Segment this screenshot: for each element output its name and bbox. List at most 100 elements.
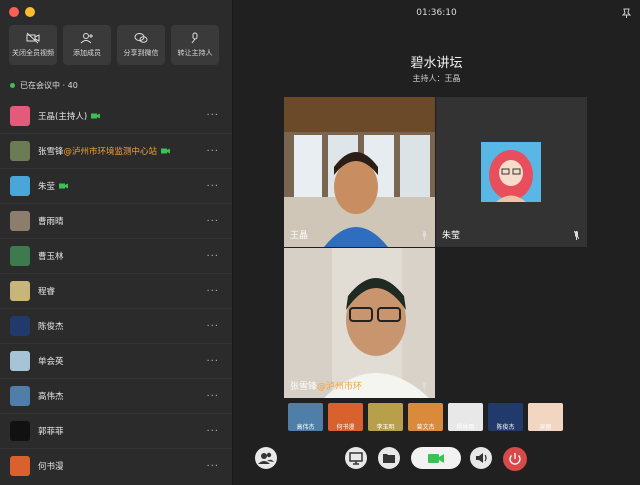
pin-icon[interactable]	[622, 8, 631, 18]
participant-name: 何书漫	[38, 462, 64, 472]
transfer-host-button[interactable]: 转让主持人	[171, 25, 219, 65]
participant-row[interactable]: 张雪锋 @泸州市环境监测中心站 ···	[0, 133, 232, 168]
add-member-button[interactable]: 添加成员	[63, 25, 111, 65]
thumbnail-label: 高伟杰	[296, 424, 315, 431]
participant-row[interactable]: 高伟杰 ···	[0, 378, 232, 413]
meeting-main: 01:36:10 碧水讲坛 主持人：王晶 王晶 朱莹 张雪锋@泸州市环 高伟杰 …	[233, 0, 640, 485]
avatar-picture	[481, 142, 541, 202]
meeting-title: 碧水讲坛	[410, 56, 463, 71]
participant-row[interactable]: 单会英 ···	[0, 343, 232, 378]
mute-all-video-button[interactable]: 关闭全员视频	[9, 25, 57, 65]
avatar	[10, 386, 30, 406]
participant-thumbnail[interactable]: 吴丽	[528, 403, 563, 431]
camera-on-icon	[59, 183, 69, 189]
sidebar: 关闭全员视频 添加成员 分享到微信 转让主持人 已在会议中 · 40 王晶(主持…	[0, 0, 233, 485]
camera-toggle-button[interactable]	[411, 447, 461, 469]
share-screen-button[interactable]	[345, 447, 367, 469]
meeting-timer: 01:36:10	[416, 8, 457, 18]
participant-thumbnail[interactable]: 曾文杰	[408, 403, 443, 431]
avatar	[10, 141, 30, 161]
participant-name: 高伟杰	[38, 392, 64, 402]
participant-thumbnail[interactable]: 李玉明	[368, 403, 403, 431]
camera-on-icon	[91, 113, 101, 118]
video-tile-zhuying[interactable]: 朱莹	[436, 97, 587, 247]
files-button[interactable]	[378, 447, 400, 469]
add-user-icon	[80, 33, 93, 44]
avatar	[10, 456, 30, 476]
online-dot-icon	[10, 83, 15, 88]
thumbnail-label: 李玉明	[376, 424, 395, 431]
more-options-icon[interactable]: ···	[206, 286, 219, 297]
power-icon	[509, 453, 521, 465]
more-options-icon[interactable]: ···	[206, 110, 219, 121]
participant-org: @泸州市环境监测中心站	[63, 147, 158, 157]
action-label: 添加成员	[73, 49, 101, 57]
avatar	[10, 351, 30, 371]
end-meeting-button[interactable]	[503, 447, 527, 471]
more-options-icon[interactable]: ···	[206, 181, 219, 192]
minimize-window-button[interactable]	[25, 7, 35, 17]
avatar	[10, 105, 30, 126]
participant-thumbnail[interactable]: 杨秋雨	[448, 403, 483, 431]
more-options-icon[interactable]: ···	[206, 251, 219, 262]
share-wechat-button[interactable]: 分享到微信	[117, 25, 165, 65]
participant-row[interactable]: 郭菲菲 ···	[0, 413, 232, 448]
participant-list: 王晶(主持人) ··· 张雪锋 @泸州市环境监测中心站 ··· 朱莹 ··· 曹雨晴 ··· 曹玉…	[0, 98, 232, 483]
participant-row[interactable]: 曹雨晴 ···	[0, 203, 232, 238]
avatar	[10, 316, 30, 336]
participant-name: 王晶(主持人)	[38, 111, 88, 122]
thumbnail-label: 杨秋雨	[456, 424, 475, 431]
members-button[interactable]	[255, 447, 277, 469]
more-options-icon[interactable]: ···	[206, 321, 219, 332]
window-controls	[9, 7, 35, 17]
participant-thumbnail[interactable]: 何书漫	[328, 403, 363, 431]
tile-name: 张雪锋@泸州市环	[290, 379, 362, 392]
participant-count-label: 已在会议中 · 40	[20, 81, 78, 90]
thumbnail-label: 何书漫	[336, 424, 355, 431]
participant-row[interactable]: 何书漫 ···	[0, 448, 232, 483]
avatar	[10, 421, 30, 441]
participant-name: 郭菲菲	[38, 427, 64, 437]
transfer-host-icon	[191, 32, 198, 44]
action-label: 分享到微信	[123, 49, 159, 57]
more-options-icon[interactable]: ···	[206, 216, 219, 227]
speaker-icon	[476, 453, 487, 463]
thumbnail-label: 曾文杰	[416, 424, 435, 431]
participant-row[interactable]: 朱莹 ···	[0, 168, 232, 203]
video-tile-zhangxuefeng[interactable]: 张雪锋@泸州市环	[284, 248, 435, 398]
avatar	[10, 246, 30, 266]
more-options-icon[interactable]: ···	[206, 461, 219, 472]
avatar	[10, 211, 30, 231]
meeting-host: 主持人：王晶	[412, 74, 461, 83]
tile-name: 王晶	[290, 231, 309, 241]
members-icon	[258, 452, 274, 464]
speaker-button[interactable]	[470, 447, 492, 469]
action-buttons: 关闭全员视频 添加成员 分享到微信 转让主持人	[9, 25, 219, 65]
video-tile-wangjing[interactable]: 王晶	[284, 97, 435, 247]
action-label: 转让主持人	[177, 49, 213, 57]
participant-row[interactable]: 曹玉林 ···	[0, 238, 232, 273]
participant-count: 已在会议中 · 40	[10, 80, 78, 91]
more-options-icon[interactable]: ···	[206, 146, 219, 157]
wechat-icon	[134, 33, 148, 43]
more-options-icon[interactable]: ···	[206, 356, 219, 367]
share-screen-icon	[349, 452, 363, 465]
tile-org-text: @泸州市环	[317, 382, 363, 392]
camera-off-icon	[26, 32, 40, 44]
tile-name: 朱莹	[442, 231, 461, 241]
participant-name: 陈俊杰	[38, 322, 64, 332]
participant-thumbnail[interactable]: 高伟杰	[288, 403, 323, 431]
participant-name: 张雪锋	[38, 147, 64, 157]
participant-row[interactable]: 王晶(主持人) ···	[0, 98, 232, 133]
more-options-icon[interactable]: ···	[206, 391, 219, 402]
more-options-icon[interactable]: ···	[206, 426, 219, 437]
action-label: 关闭全员视频	[12, 49, 54, 57]
participant-row[interactable]: 陈俊杰 ···	[0, 308, 232, 343]
mic-icon	[423, 382, 426, 391]
participant-thumbnail[interactable]: 陈俊杰	[488, 403, 523, 431]
thumbnail-strip: 高伟杰 何书漫 李玉明 曾文杰 杨秋雨 陈俊杰 吴丽	[288, 403, 563, 431]
participant-row[interactable]: 程睿 ···	[0, 273, 232, 308]
participant-name: 程睿	[38, 287, 56, 297]
close-window-button[interactable]	[9, 7, 19, 17]
tile-name-text: 张雪锋	[290, 382, 318, 392]
